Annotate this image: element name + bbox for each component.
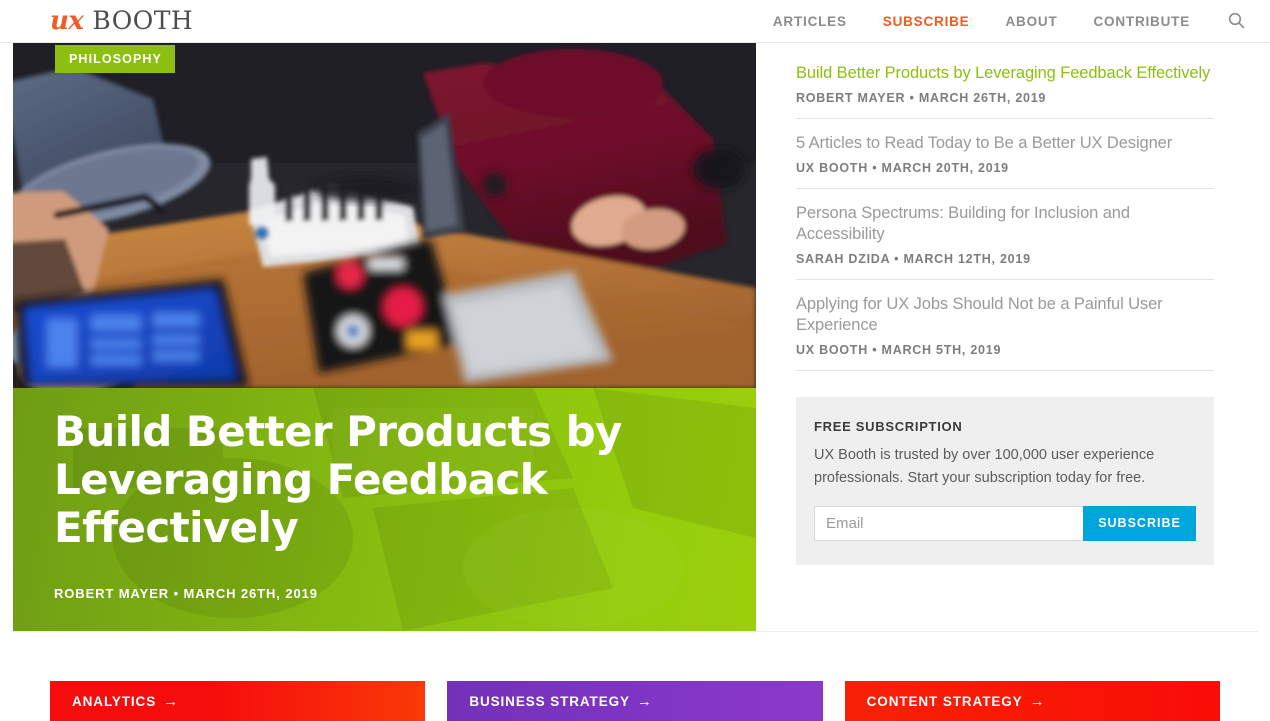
article-byline: SARAH DZIDA • MARCH 12TH, 2019 — [796, 251, 1031, 266]
search-button[interactable] — [1214, 0, 1258, 43]
hero-body: Build Better Products by Leveraging Feed… — [13, 388, 756, 631]
subscription-heading: FREE SUBSCRIPTION — [814, 418, 963, 434]
logo-booth-text: BOOTH — [92, 6, 194, 35]
hero-byline: ROBERT MAYER • MARCH 26TH, 2019 — [54, 586, 318, 601]
featured-article-hero[interactable]: PHILOSOPHY Build Better Products by Leve… — [13, 43, 756, 631]
category-card-content-strategy[interactable]: CONTENT STRATEGY → — [844, 681, 1220, 721]
site-header: ux BOOTH ARTICLES SUBSCRIBE ABOUT CONTRI… — [0, 0, 1270, 43]
hero-category-badge[interactable]: PHILOSOPHY — [55, 45, 175, 73]
subscription-form: SUBSCRIBE — [814, 505, 1196, 541]
category-card-analytics[interactable]: ANALYTICS → — [50, 681, 426, 721]
article-title-link[interactable]: Build Better Products by Leveraging Feed… — [796, 63, 1214, 84]
sidebar-article-list: Build Better Products by Leveraging Feed… — [796, 43, 1214, 565]
article-title-link[interactable]: Persona Spectrums: Building for Inclusio… — [796, 203, 1214, 245]
list-item[interactable]: 5 Articles to Read Today to Be a Better … — [796, 119, 1214, 189]
category-label: BUSINESS STRATEGY — [469, 693, 630, 709]
list-item[interactable]: Applying for UX Jobs Should Not be a Pai… — [796, 280, 1214, 371]
main-navigation: ARTICLES SUBSCRIBE ABOUT CONTRIBUTE — [755, 0, 1208, 43]
logo-ux-mark: ux — [50, 6, 84, 36]
article-title-link[interactable]: 5 Articles to Read Today to Be a Better … — [796, 133, 1214, 154]
hero-divider — [13, 631, 1258, 632]
hero-photo — [13, 43, 756, 388]
subscribe-button[interactable]: SUBSCRIBE — [1083, 505, 1196, 541]
article-byline: UX BOOTH • MARCH 5TH, 2019 — [796, 342, 1002, 357]
subscription-box: FREE SUBSCRIPTION UX Booth is trusted by… — [796, 396, 1214, 565]
search-icon — [1228, 12, 1245, 32]
article-title-link[interactable]: Applying for UX Jobs Should Not be a Pai… — [796, 294, 1214, 336]
hero-title[interactable]: Build Better Products by Leveraging Feed… — [54, 408, 654, 552]
nav-item-about[interactable]: ABOUT — [988, 0, 1076, 43]
category-card-business-strategy[interactable]: BUSINESS STRATEGY → — [447, 681, 823, 721]
category-card-row: ANALYTICS → BUSINESS STRATEGY → CONTENT … — [0, 681, 1270, 721]
nav-item-contribute[interactable]: CONTRIBUTE — [1076, 0, 1209, 43]
arrow-right-icon: → — [1029, 692, 1046, 710]
article-byline: UX BOOTH • MARCH 20TH, 2019 — [796, 160, 1009, 175]
list-item[interactable]: Build Better Products by Leveraging Feed… — [796, 43, 1214, 119]
nav-item-subscribe[interactable]: SUBSCRIBE — [865, 0, 988, 43]
subscription-description: UX Booth is trusted by over 100,000 user… — [814, 446, 1155, 487]
arrow-right-icon: → — [163, 692, 180, 710]
site-logo[interactable]: ux BOOTH — [50, 6, 193, 36]
arrow-right-icon: → — [636, 692, 653, 710]
category-label: ANALYTICS — [72, 693, 157, 709]
list-item[interactable]: Persona Spectrums: Building for Inclusio… — [796, 189, 1214, 280]
article-byline: ROBERT MAYER • MARCH 26TH, 2019 — [796, 90, 1047, 105]
category-label: CONTENT STRATEGY — [866, 693, 1023, 709]
nav-item-articles[interactable]: ARTICLES — [755, 0, 865, 43]
email-input[interactable] — [814, 505, 1083, 541]
